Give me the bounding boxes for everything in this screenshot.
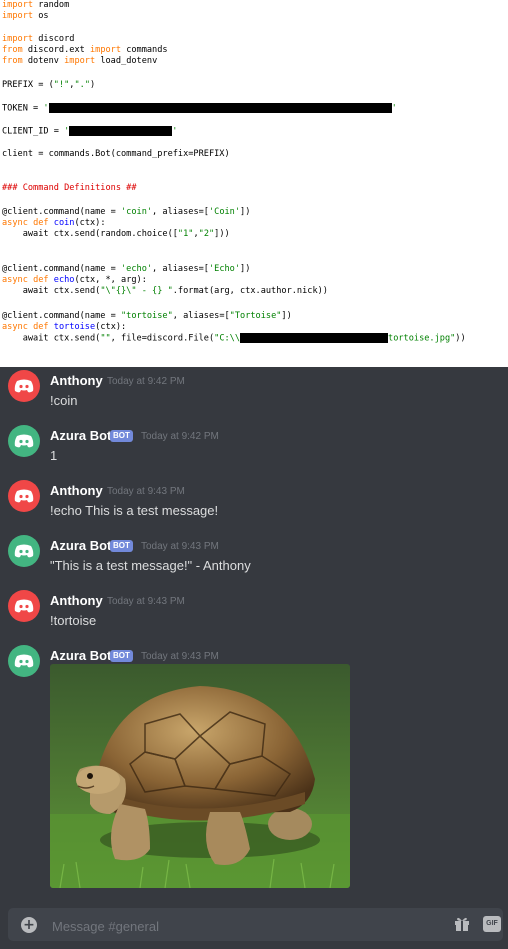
discord-logo-icon <box>14 599 34 613</box>
avatar[interactable] <box>8 480 40 512</box>
timestamp: Today at 9:43 PM <box>141 651 219 662</box>
discord-logo-icon <box>14 434 34 448</box>
add-attachment-icon[interactable]: + <box>21 917 37 933</box>
tortoise-image-attachment[interactable] <box>50 664 350 888</box>
discord-logo-icon <box>14 544 34 558</box>
username[interactable]: Anthony <box>50 373 103 388</box>
code-line: async def echo(ctx, *, arg): <box>2 275 147 285</box>
avatar[interactable] <box>8 425 40 457</box>
code-line: PREFIX = ("!",".") <box>2 80 96 90</box>
gift-icon[interactable] <box>454 916 470 932</box>
message-composer: + GIF <box>8 908 503 941</box>
message-text: 1 <box>50 448 58 463</box>
timestamp: Today at 9:43 PM <box>107 486 185 497</box>
message-text: !tortoise <box>50 613 97 628</box>
code-line: ### Command Definitions ## <box>2 183 137 193</box>
code-line: await ctx.send(random.choice(["1","2"])) <box>2 229 230 239</box>
timestamp: Today at 9:43 PM <box>141 541 219 552</box>
username[interactable]: Azura Bot <box>50 538 111 553</box>
redacted-client-id <box>69 126 173 136</box>
username[interactable]: Azura Bot <box>50 428 111 443</box>
avatar[interactable] <box>8 370 40 402</box>
timestamp: Today at 9:42 PM <box>141 431 219 442</box>
bot-tag: BOT <box>110 540 133 552</box>
bot-tag: BOT <box>110 650 133 662</box>
discord-logo-icon <box>14 654 34 668</box>
code-line: @client.command(name = 'coin', aliases=[… <box>2 207 251 217</box>
avatar[interactable] <box>8 590 40 622</box>
message-text: !echo This is a test message! <box>50 503 219 518</box>
code-line: import os <box>2 11 49 21</box>
timestamp: Today at 9:43 PM <box>107 596 185 607</box>
code-line: CLIENT_ID = ' ' <box>2 126 178 137</box>
code-line: TOKEN = ' ' <box>2 103 397 114</box>
discord-logo-icon <box>14 489 34 503</box>
avatar[interactable] <box>8 645 40 677</box>
code-line: from dotenv import load_dotenv <box>2 56 158 66</box>
code-line: async def coin(ctx): <box>2 218 106 228</box>
chat-panel: Anthony Today at 9:42 PM !coin Azura Bot… <box>0 367 508 949</box>
code-line: await ctx.send("\"{}\" - {} ".format(arg… <box>2 286 328 296</box>
code-line: await ctx.send("", file=discord.File("C:… <box>2 333 466 344</box>
redacted-token <box>48 103 392 113</box>
code-line: @client.command(name = 'echo', aliases=[… <box>2 264 251 274</box>
avatar[interactable] <box>8 535 40 567</box>
discord-logo-icon <box>14 379 34 393</box>
code-line: import random <box>2 0 70 10</box>
gif-button[interactable]: GIF <box>483 916 501 932</box>
code-line: @client.command(name = "tortoise", alias… <box>2 311 292 321</box>
username[interactable]: Azura Bot <box>50 648 111 663</box>
username[interactable]: Anthony <box>50 593 103 608</box>
message-text: !coin <box>50 393 78 408</box>
username[interactable]: Anthony <box>50 483 103 498</box>
code-line: async def tortoise(ctx): <box>2 322 127 332</box>
code-line: import discord <box>2 34 75 44</box>
code-editor: import random import os import discord f… <box>0 0 508 367</box>
code-line: client = commands.Bot(command_prefix=PRE… <box>2 149 230 159</box>
code-line: from discord.ext import commands <box>2 45 168 55</box>
message-input[interactable] <box>50 916 434 936</box>
redacted-file-path <box>240 333 389 343</box>
bot-tag: BOT <box>110 430 133 442</box>
tortoise-photo <box>50 664 350 888</box>
timestamp: Today at 9:42 PM <box>107 376 185 387</box>
message-text: "This is a test message!" - Anthony <box>50 558 251 573</box>
